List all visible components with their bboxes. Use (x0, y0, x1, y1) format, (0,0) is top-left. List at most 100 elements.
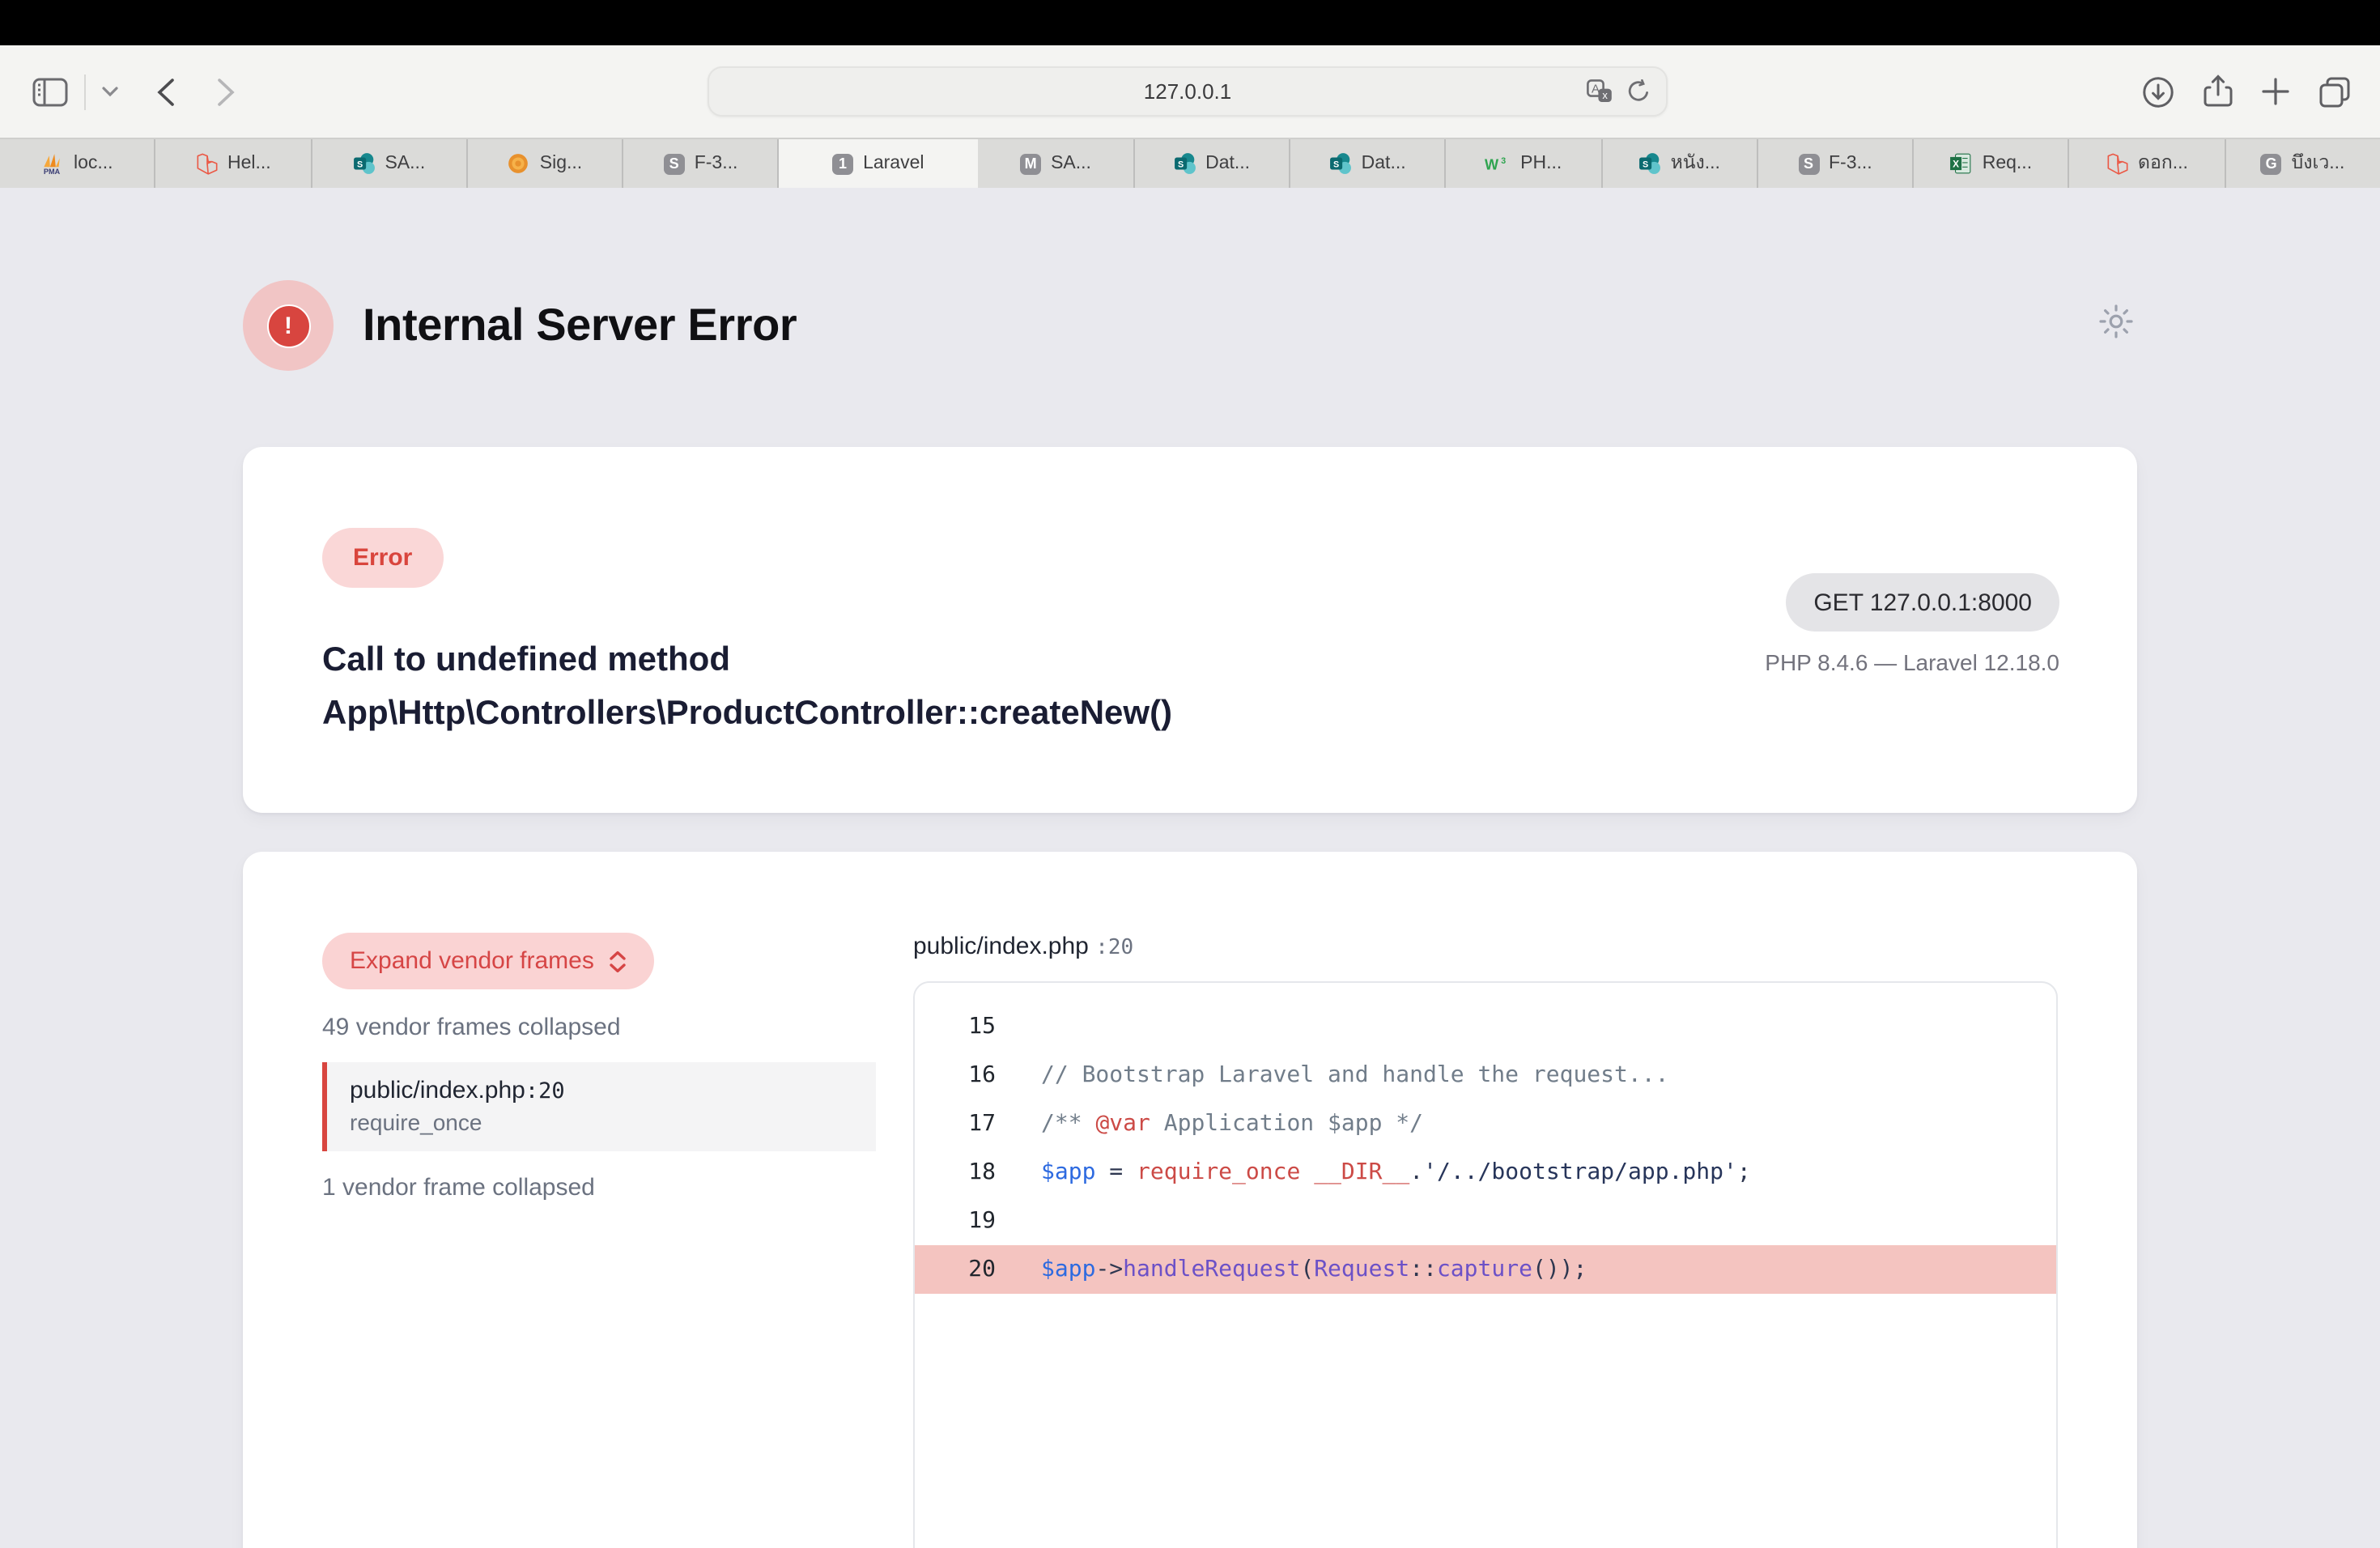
sun-icon[interactable] (2098, 304, 2134, 347)
tab-label: ดอก... (2138, 149, 2188, 178)
tab-label: บึงเว... (2292, 149, 2345, 178)
vendor-frames-collapsed-bottom: 1 vendor frame collapsed (322, 1174, 876, 1201)
tab-label: F-3... (1829, 154, 1872, 173)
orange-circle-icon (508, 152, 530, 175)
error-message-line1: Call to undefined method (322, 633, 1172, 687)
code-line-17: 17 /** @var Application $app */ (915, 1099, 2056, 1148)
tab-overview-icon[interactable] (2318, 75, 2351, 108)
stack-frame-item[interactable]: public/index.php:20 require_once (322, 1062, 876, 1151)
svg-text:PMA: PMA (45, 168, 62, 175)
sharepoint-icon: S (352, 152, 375, 175)
tab-label: Req... (1983, 154, 2032, 173)
menu-bar (0, 0, 2380, 45)
back-icon[interactable] (157, 77, 175, 106)
line-number: 17 (937, 1111, 996, 1137)
trace-card: Expand vendor frames 49 vendor frames co… (243, 852, 2137, 1548)
excel-icon: X (1950, 152, 1973, 175)
svg-text:S: S (1643, 159, 1648, 169)
tab-label: F-3... (695, 154, 738, 173)
letter-1-icon: 1 (832, 153, 853, 174)
tab-9[interactable]: S Dat... (1290, 139, 1447, 188)
svg-text:W: W (1485, 155, 1499, 172)
tab-11[interactable]: S หนัง... (1602, 139, 1758, 188)
line-content: $app = require_once __DIR__.'/../bootstr… (1041, 1159, 1751, 1185)
chevron-down-icon[interactable] (102, 86, 118, 97)
tab-14[interactable]: ดอก... (2070, 139, 2226, 188)
tab-strip: PMAloc...Hel...SSA...Sig...SF-3...1Larav… (0, 138, 2380, 188)
request-pill: GET 127.0.0.1:8000 (1786, 573, 2059, 632)
tab-label: Hel... (227, 154, 271, 173)
url-text: 127.0.0.1 (1144, 79, 1231, 104)
svg-text:3: 3 (1501, 155, 1506, 165)
frame-file: public/index.php:20 (350, 1077, 853, 1104)
expand-vendor-frames-button[interactable]: Expand vendor frames (322, 933, 654, 989)
letter-M-icon: M (1020, 153, 1041, 174)
browser-toolbar: 127.0.0.1 A x (0, 45, 2380, 138)
laravel-icon (2106, 152, 2128, 175)
tab-6-active[interactable]: 1 Laravel (780, 139, 979, 188)
share-icon[interactable] (2204, 74, 2233, 108)
sharepoint-icon: S (1173, 152, 1196, 175)
page-header: ! Internal Server Error (243, 280, 2137, 371)
translate-icon[interactable]: A x (1587, 79, 1613, 104)
tab-1[interactable]: PMA loc... (0, 139, 156, 188)
expand-vendor-frames-label: Expand vendor frames (350, 947, 594, 975)
sidebar-icon[interactable] (32, 77, 68, 106)
new-tab-icon[interactable] (2262, 78, 2289, 105)
reload-icon[interactable] (1627, 79, 1650, 104)
page-title: Internal Server Error (363, 300, 797, 351)
tab-label: หนัง... (1671, 149, 1720, 178)
tab-12[interactable]: SF-3... (1758, 139, 1915, 188)
line-number: 16 (937, 1062, 996, 1088)
code-viewer[interactable]: 15 16 // Bootstrap Laravel and handle the … (913, 981, 2058, 1548)
tab-13[interactable]: X Req... (1914, 139, 2070, 188)
line-content: $app->handleRequest(Request::capture()); (1041, 1257, 1587, 1282)
error-message: Call to undefined method App\Http\Contro… (322, 633, 1172, 740)
sharepoint-icon: S (1329, 152, 1352, 175)
exclamation-icon: ! (266, 304, 310, 347)
error-message-line2: App\Http\Controllers\ProductController::… (322, 687, 1172, 740)
forward-icon[interactable] (217, 77, 235, 106)
error-icon: ! (243, 280, 334, 371)
chevron-up-down-icon (609, 950, 627, 972)
code-line-19: 19 (915, 1197, 2056, 1245)
sharepoint-icon: S (1638, 152, 1661, 175)
letter-G-icon: G (2261, 153, 2282, 174)
svg-text:S: S (356, 159, 362, 169)
tab-label: Dat... (1362, 154, 1406, 173)
tab-8[interactable]: S Dat... (1134, 139, 1290, 188)
letter-S-icon: S (664, 153, 685, 174)
line-number: 20 (937, 1257, 996, 1282)
code-file-header: public/index.php :20 (913, 933, 2058, 960)
download-icon[interactable] (2142, 75, 2174, 108)
svg-text:x: x (1602, 89, 1608, 101)
tab-label: PH... (1520, 154, 1562, 173)
line-number: 19 (937, 1208, 996, 1234)
tab-label: Dat... (1205, 154, 1250, 173)
line-content: // Bootstrap Laravel and handle the requ… (1041, 1062, 1668, 1088)
tab-label: loc... (74, 154, 113, 173)
tab-label: Sig... (540, 154, 582, 173)
error-card: Error Call to undefined method App\Http\… (243, 447, 2137, 813)
tab-3[interactable]: SSA... (312, 139, 468, 188)
tab-label: SA... (1051, 154, 1091, 173)
tab-2[interactable]: Hel... (156, 139, 312, 188)
code-line-20-highlighted: 20 $app->handleRequest(Request::capture()… (915, 1245, 2056, 1294)
line-content: /** @var Application $app */ (1041, 1111, 1423, 1137)
error-badge: Error (322, 528, 443, 588)
code-line-18: 18$app = require_once __DIR__.'/../boots… (915, 1148, 2056, 1197)
tab-15[interactable]: G บึงเว... (2225, 139, 2380, 188)
tab-label: Laravel (863, 154, 924, 173)
svg-text:X: X (1953, 158, 1960, 169)
line-number: 15 (937, 1014, 996, 1040)
address-bar[interactable]: 127.0.0.1 A x (708, 66, 1668, 117)
vendor-frames-collapsed-top: 49 vendor frames collapsed (322, 1014, 876, 1041)
tab-10[interactable]: W3 PH... (1446, 139, 1602, 188)
svg-text:S: S (1333, 159, 1339, 169)
frame-function: require_once (350, 1109, 853, 1135)
tab-5[interactable]: S F-3... (623, 139, 780, 188)
tab-4[interactable]: Sig... (468, 139, 624, 188)
code-line-16: 16 // Bootstrap Laravel and handle the re… (915, 1051, 2056, 1099)
pma-icon: PMA (41, 152, 64, 175)
tab-7[interactable]: M SA... (979, 139, 1135, 188)
